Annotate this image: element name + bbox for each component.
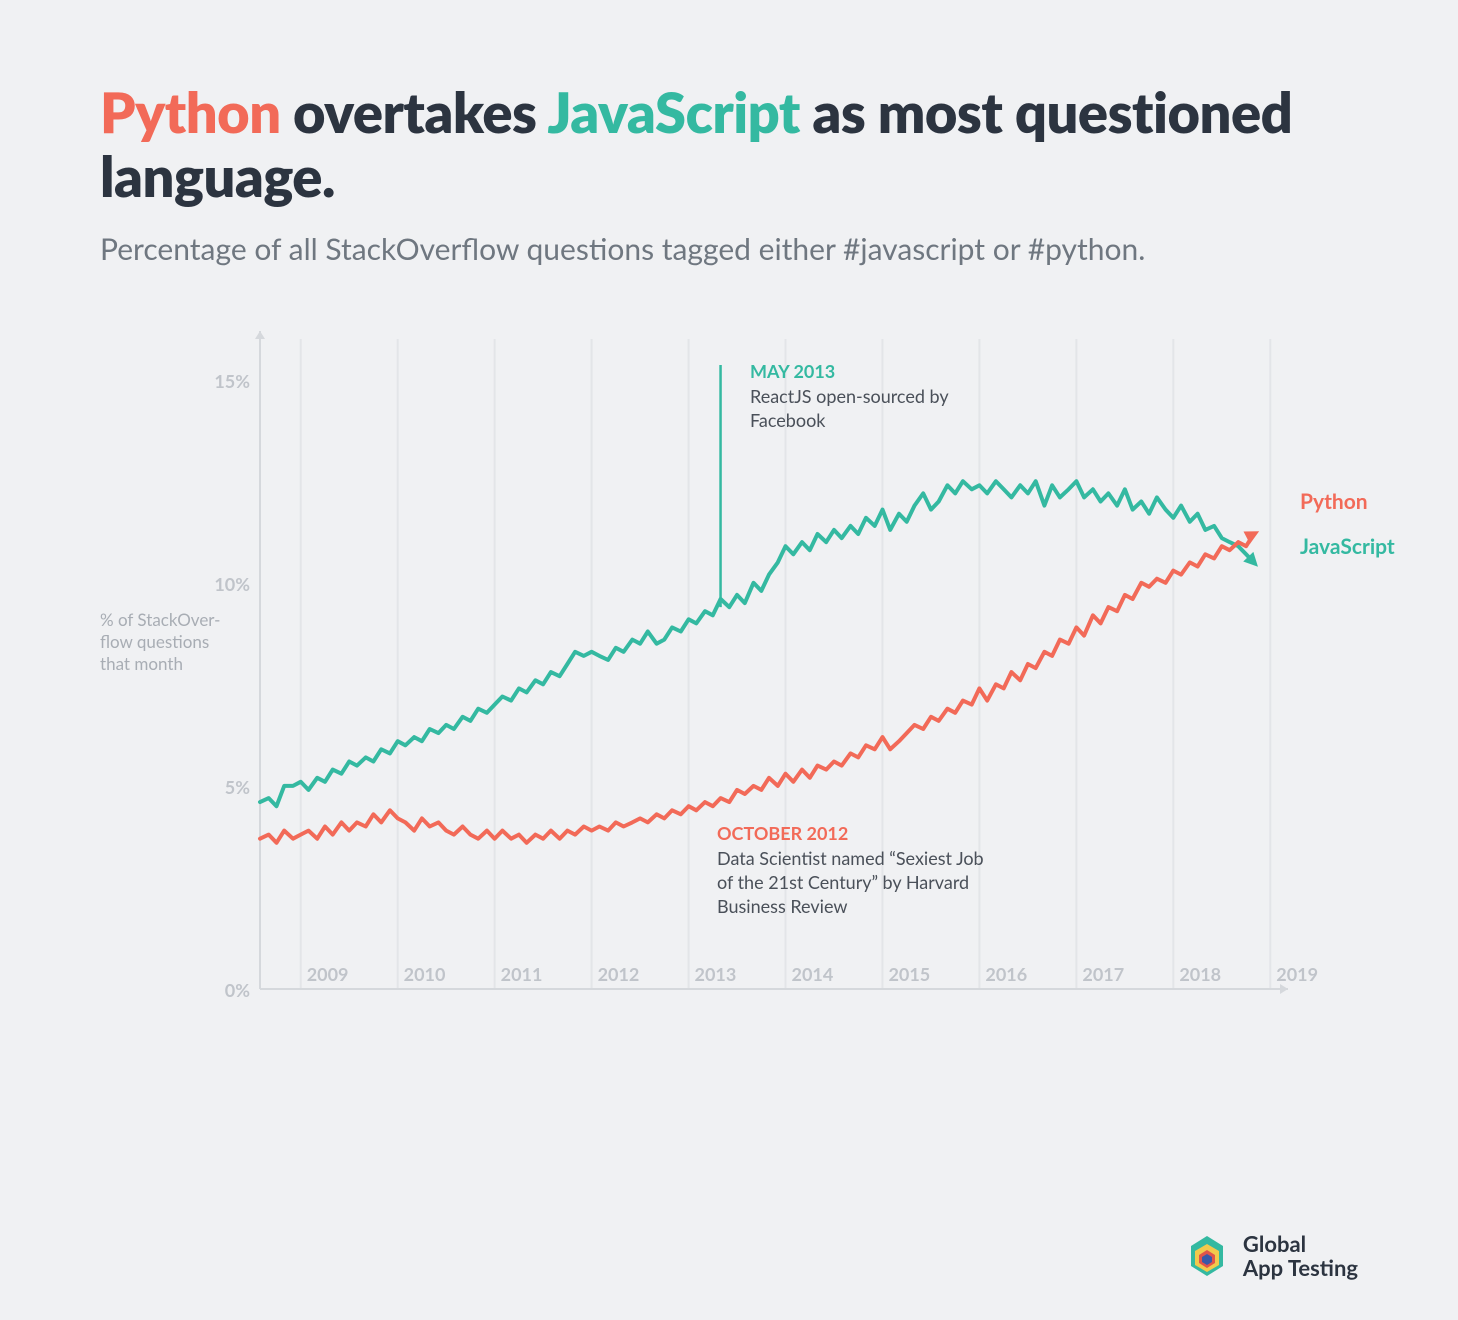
annotation-python: OCTOBER 2012 Data Scientist named “Sexie… <box>717 821 997 918</box>
y-tick-label: 5% <box>200 776 250 798</box>
x-tick-label: 2015 <box>888 963 930 985</box>
y-tick-label: 15% <box>200 370 250 392</box>
series-label-javascript: JavaScript <box>1300 534 1395 559</box>
title-word-javascript: JavaScript <box>547 78 800 145</box>
x-tick-label: 2013 <box>695 963 737 985</box>
y-tick-label: 10% <box>200 573 250 595</box>
x-tick-label: 2011 <box>501 963 543 985</box>
y-axis-title: % of StackOver-flow questions that month <box>100 609 240 675</box>
x-tick-label: 2019 <box>1276 963 1318 985</box>
y-tick-label: 0% <box>200 979 250 1001</box>
x-tick-label: 2014 <box>792 963 834 985</box>
line-chart: % of StackOver-flow questions that month… <box>100 319 1358 1049</box>
x-tick-label: 2016 <box>985 963 1027 985</box>
x-tick-label: 2010 <box>404 963 446 985</box>
series-python <box>260 534 1254 843</box>
series-javascript <box>260 481 1254 806</box>
x-tick-label: 2018 <box>1179 963 1221 985</box>
x-tick-label: 2017 <box>1082 963 1124 985</box>
series-label-python: Python <box>1300 489 1368 514</box>
page-title: Python overtakes JavaScript as most ques… <box>100 80 1358 209</box>
annotation-javascript: MAY 2013 ReactJS open-sourced by Faceboo… <box>750 359 1010 432</box>
subtitle: Percentage of all StackOverflow question… <box>100 229 1358 270</box>
hexagon-logo-icon <box>1185 1234 1229 1278</box>
title-word-python: Python <box>100 78 281 145</box>
x-tick-label: 2009 <box>307 963 349 985</box>
x-tick-label: 2012 <box>598 963 640 985</box>
brand-logo: Global App Testing <box>1185 1232 1358 1280</box>
